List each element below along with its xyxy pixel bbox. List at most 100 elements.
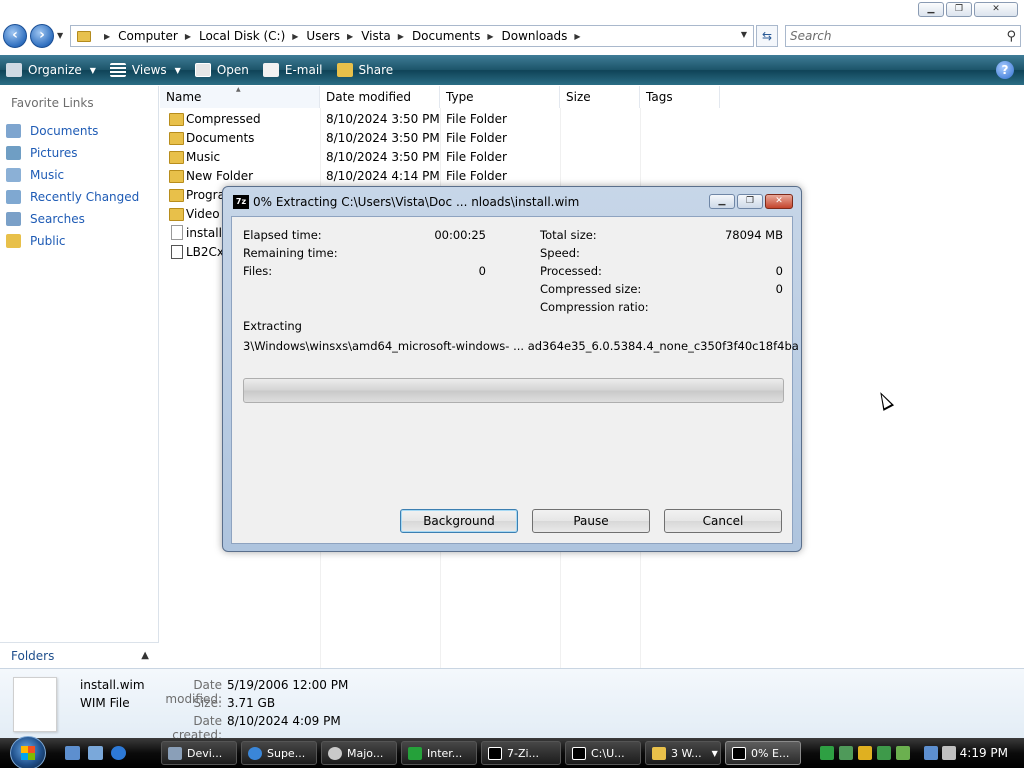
taskbar: Devi... Supe... Majo... Inter... 7-Zi...… xyxy=(0,736,1024,768)
help-icon[interactable]: ? xyxy=(996,61,1014,79)
task-7zip-path[interactable]: C:\U... xyxy=(565,741,641,765)
compressed-size-value: 0 xyxy=(775,282,783,296)
start-button[interactable] xyxy=(10,736,46,768)
chevron-down-icon: ▼ xyxy=(711,748,718,758)
chevron-right-icon[interactable]: ▶ xyxy=(347,32,353,41)
search-input[interactable] xyxy=(786,26,986,46)
back-button[interactable]: ‹ xyxy=(3,24,27,48)
pause-button[interactable]: Pause xyxy=(532,509,650,533)
share-button[interactable]: Share xyxy=(336,63,393,77)
maximize-button[interactable]: ❐ xyxy=(946,2,972,17)
chevron-right-icon[interactable]: ▶ xyxy=(398,32,404,41)
folder-icon xyxy=(652,746,666,760)
nav-item-recently-changed[interactable]: Recently Changed xyxy=(6,186,139,208)
table-row[interactable]: New Folder 8/10/2024 4:14 PM File Folder xyxy=(160,167,760,186)
open-icon xyxy=(194,63,211,77)
update-icon[interactable] xyxy=(896,746,910,760)
breadcrumb-local-disk[interactable]: Local Disk (C:) xyxy=(199,29,285,43)
nav-item-documents[interactable]: Documents xyxy=(6,120,139,142)
chevron-right-icon[interactable]: ▶ xyxy=(487,32,493,41)
dialog-minimize-button[interactable]: ▁ xyxy=(709,194,735,209)
task-major[interactable]: Majo... xyxy=(321,741,397,765)
internet-explorer-icon[interactable] xyxy=(111,746,126,760)
file-icon xyxy=(171,225,183,240)
address-dropdown-icon[interactable]: ▼ xyxy=(741,30,747,39)
task-windows-explorer-group[interactable]: 3 W... ▼ xyxy=(645,741,721,765)
breadcrumb-computer[interactable]: Computer xyxy=(118,29,178,43)
network-status-icon[interactable] xyxy=(839,746,853,760)
nav-item-searches[interactable]: Searches xyxy=(6,208,139,230)
task-label: 7-Zi... xyxy=(507,746,540,760)
date-modified-value: 5/19/2006 12:00 PM xyxy=(227,678,349,692)
address-bar[interactable]: ▶ Computer ▶ Local Disk (C:) ▶ Users ▶ Vist… xyxy=(70,25,754,47)
folders-label: Folders xyxy=(11,648,55,663)
email-button[interactable]: E-mail xyxy=(262,63,323,77)
column-header-name[interactable]: Name ▲ xyxy=(160,86,320,108)
file-date: 8/10/2024 3:50 PM xyxy=(326,131,440,145)
column-header-tags[interactable]: Tags xyxy=(640,86,720,108)
table-row[interactable]: Compressed 8/10/2024 3:50 PM File Folder xyxy=(160,110,760,129)
flag-icon[interactable] xyxy=(820,746,834,760)
close-button[interactable]: ✕ xyxy=(974,2,1018,17)
folders-toggle[interactable]: Folders ▲ xyxy=(0,642,159,668)
column-header-size[interactable]: Size xyxy=(560,86,640,108)
chevron-down-icon: ▼ xyxy=(89,65,96,75)
breadcrumb-documents[interactable]: Documents xyxy=(412,29,480,43)
show-desktop-icon[interactable] xyxy=(65,746,80,760)
nav-item-pictures[interactable]: Pictures xyxy=(6,142,139,164)
defender-icon[interactable] xyxy=(877,746,891,760)
network-connection-icon[interactable] xyxy=(924,746,938,760)
open-button[interactable]: Open xyxy=(194,63,249,77)
dialog-close-button[interactable]: ✕ xyxy=(765,194,793,209)
organize-button[interactable]: Organize ▼ xyxy=(6,63,96,77)
breadcrumb-vista[interactable]: Vista xyxy=(361,29,391,43)
volume-muted-icon[interactable] xyxy=(942,746,956,760)
task-extracting[interactable]: 0% E... xyxy=(725,741,801,765)
chevron-right-icon[interactable]: ▶ xyxy=(104,32,110,41)
cancel-button[interactable]: Cancel xyxy=(664,509,782,533)
navigation-pane: Favorite Links Documents Pictures Music … xyxy=(0,86,159,668)
task-device-manager[interactable]: Devi... xyxy=(161,741,237,765)
size-value: 3.71 GB xyxy=(227,696,276,710)
minimize-button[interactable]: ▁ xyxy=(918,2,944,17)
favorite-links-heading: Favorite Links xyxy=(11,96,94,110)
views-button[interactable]: Views ▼ xyxy=(109,63,181,77)
window-controls: ▁ ❐ ✕ xyxy=(918,2,1018,17)
clock[interactable]: 4:19 PM xyxy=(960,746,1008,760)
window-titlebar: ▁ ❐ ✕ xyxy=(0,0,1024,20)
email-icon xyxy=(262,63,279,77)
elapsed-time-value: 00:00:25 xyxy=(434,228,486,242)
column-header-date-modified[interactable]: Date modified xyxy=(320,86,440,108)
breadcrumb-users[interactable]: Users xyxy=(306,29,340,43)
chevron-right-icon[interactable]: ▶ xyxy=(185,32,191,41)
dialog-maximize-button[interactable]: ❐ xyxy=(737,194,763,209)
favorite-links-list: Documents Pictures Music Recently Change… xyxy=(6,120,139,252)
task-internet[interactable]: Inter... xyxy=(401,741,477,765)
nav-item-music[interactable]: Music xyxy=(6,164,139,186)
breadcrumb-downloads[interactable]: Downloads xyxy=(502,29,568,43)
task-7zip[interactable]: 7-Zi... xyxy=(481,741,561,765)
chevron-right-icon[interactable]: ▶ xyxy=(574,32,580,41)
recent-pages-chevron-icon[interactable]: ▼ xyxy=(57,31,63,40)
nav-item-label: Documents xyxy=(30,124,99,138)
security-center-icon[interactable] xyxy=(858,746,872,760)
background-button[interactable]: Background xyxy=(400,509,518,533)
table-row[interactable]: Documents 8/10/2024 3:50 PM File Folder xyxy=(160,129,760,148)
nav-item-public[interactable]: Public xyxy=(6,230,139,252)
switch-windows-icon[interactable] xyxy=(88,746,103,760)
column-header-type[interactable]: Type xyxy=(440,86,560,108)
folder-icon xyxy=(169,151,184,164)
chevron-right-icon[interactable]: ▶ xyxy=(292,32,298,41)
application-icon xyxy=(171,245,183,259)
search-box: ⚲ xyxy=(785,25,1021,47)
search-icon[interactable]: ⚲ xyxy=(1006,29,1016,44)
processed-value: 0 xyxy=(775,264,783,278)
nav-item-label: Music xyxy=(30,168,65,182)
forward-button[interactable]: › xyxy=(30,24,54,48)
compressed-size-label: Compressed size: xyxy=(540,282,642,296)
table-row[interactable]: Music 8/10/2024 3:50 PM File Folder xyxy=(160,148,760,167)
sort-ascending-icon: ▲ xyxy=(236,86,241,93)
task-super[interactable]: Supe... xyxy=(241,741,317,765)
refresh-button[interactable]: ⇆ xyxy=(756,25,778,47)
media-player-icon xyxy=(328,746,342,760)
